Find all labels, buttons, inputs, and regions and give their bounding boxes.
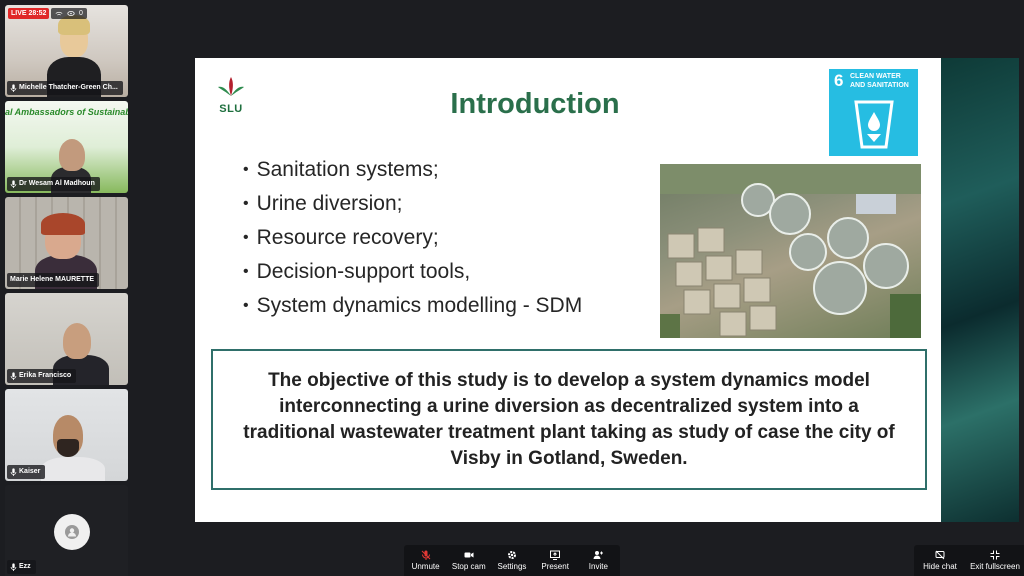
live-stats: 0 (51, 8, 87, 19)
stop-cam-label: Stop cam (451, 562, 486, 571)
sdg-badge: 6 CLEAN WATER AND SANITATION (829, 69, 918, 156)
microphone-icon (10, 180, 17, 188)
water-glass-icon (854, 100, 894, 149)
view-toolbar: Hide chat Exit fullscreen (914, 545, 1024, 576)
bullet-item: System dynamics modelling - SDM (243, 289, 583, 323)
participant-tile-6[interactable]: Ezz (5, 485, 128, 576)
hide-chat-label: Hide chat (923, 562, 957, 571)
leaf-logo-icon (218, 77, 244, 96)
participant-name: Kaiser (7, 465, 46, 479)
avatar (54, 514, 90, 550)
unmute-label: Unmute (411, 562, 440, 571)
settings-button[interactable]: Settings (491, 550, 533, 571)
participant-name-text: Michelle Thatcher-Green Ch... (19, 84, 118, 91)
exit-fullscreen-label: Exit fullscreen (970, 562, 1020, 571)
presentation-slide: SLU Introduction 6 CLEAN WATER AND SANIT… (195, 58, 941, 522)
wastewater-plant-photo (660, 164, 921, 338)
participant-name-text: Dr Wesam Al Madhoun (19, 180, 95, 187)
participant-tile-4[interactable]: Erika Francisco (5, 293, 128, 385)
settings-label: Settings (497, 562, 527, 571)
signal-icon (55, 11, 63, 16)
microphone-icon (10, 563, 17, 571)
participant-beard (57, 439, 79, 457)
invite-button[interactable]: Invite (577, 550, 619, 571)
exit-fullscreen-button[interactable]: Exit fullscreen (967, 550, 1023, 571)
participant-name: Dr Wesam Al Madhoun (7, 177, 100, 191)
meeting-toolbar: Unmute Stop cam Settings Present Invite (404, 545, 620, 576)
participant-name: Ezz (7, 560, 36, 574)
logo-text: SLU (219, 103, 243, 115)
invite-label: Invite (588, 562, 608, 571)
bullet-item: Sanitation systems; (243, 153, 582, 187)
sdg-label: CLEAN WATER AND SANITATION (850, 73, 909, 89)
present-screen-icon (550, 550, 561, 560)
chat-off-icon (935, 550, 945, 560)
user-icon (65, 525, 79, 539)
plant-aerial-illustration (660, 164, 921, 338)
gear-icon (507, 551, 516, 559)
stop-cam-button[interactable]: Stop cam (448, 550, 490, 571)
participant-tile-5[interactable]: Kaiser (5, 389, 128, 481)
participant-tile-1[interactable]: LIVE 28:52 0 Michelle Thatcher-Green Ch.… (5, 5, 128, 97)
microphone-icon (10, 84, 17, 92)
bullet-item: Decision-support tools, (243, 255, 582, 289)
meeting-window: LIVE 28:52 0 Michelle Thatcher-Green Ch.… (0, 0, 1024, 576)
participant-name: Marie Helene MAURETTE (7, 273, 100, 287)
background-wallpaper (941, 58, 1019, 522)
objective-text: The objective of this study is to develo… (243, 369, 895, 469)
add-person-icon (593, 551, 604, 559)
participant-video (41, 457, 105, 481)
present-label: Present (541, 562, 569, 571)
bullet-item: Urine diversion; (243, 187, 582, 221)
participant-face (59, 139, 85, 171)
bullet-list: Sanitation systems; Urine diversion; Res… (243, 153, 583, 323)
camera-icon (464, 552, 474, 558)
viewer-count: 0 (79, 10, 83, 17)
live-badge: LIVE 28:52 (8, 8, 50, 19)
participant-name: Michelle Thatcher-Green Ch... (7, 81, 123, 95)
eye-icon (67, 11, 75, 16)
microphone-icon (10, 468, 17, 476)
hide-chat-button[interactable]: Hide chat (915, 550, 965, 571)
microphone-muted-icon (421, 550, 430, 560)
participant-name-text: Marie Helene MAURETTE (10, 276, 95, 283)
background-banner: al Ambassadors of Sustainab (5, 107, 128, 117)
participant-hair (41, 213, 85, 235)
participant-tile-2[interactable]: al Ambassadors of Sustainab Dr Wesam Al … (5, 101, 128, 193)
participant-face (63, 323, 91, 359)
slu-logo: SLU (213, 76, 249, 115)
objective-box: The objective of this study is to develo… (211, 349, 927, 490)
participant-name-text: Kaiser (19, 468, 41, 475)
microphone-icon (10, 372, 17, 380)
present-button[interactable]: Present (534, 550, 576, 571)
bullet-item: Resource recovery; (243, 221, 582, 255)
slide-title: Introduction (450, 88, 620, 120)
participant-tile-3[interactable]: Marie Helene MAURETTE (5, 197, 128, 289)
exit-fullscreen-icon (990, 550, 1000, 560)
sdg-number: 6 (834, 71, 844, 90)
unmute-button[interactable]: Unmute (405, 550, 447, 571)
participant-name-text: Ezz (19, 563, 31, 570)
participant-name: Erika Francisco (7, 369, 77, 383)
participant-name-text: Erika Francisco (19, 372, 72, 379)
